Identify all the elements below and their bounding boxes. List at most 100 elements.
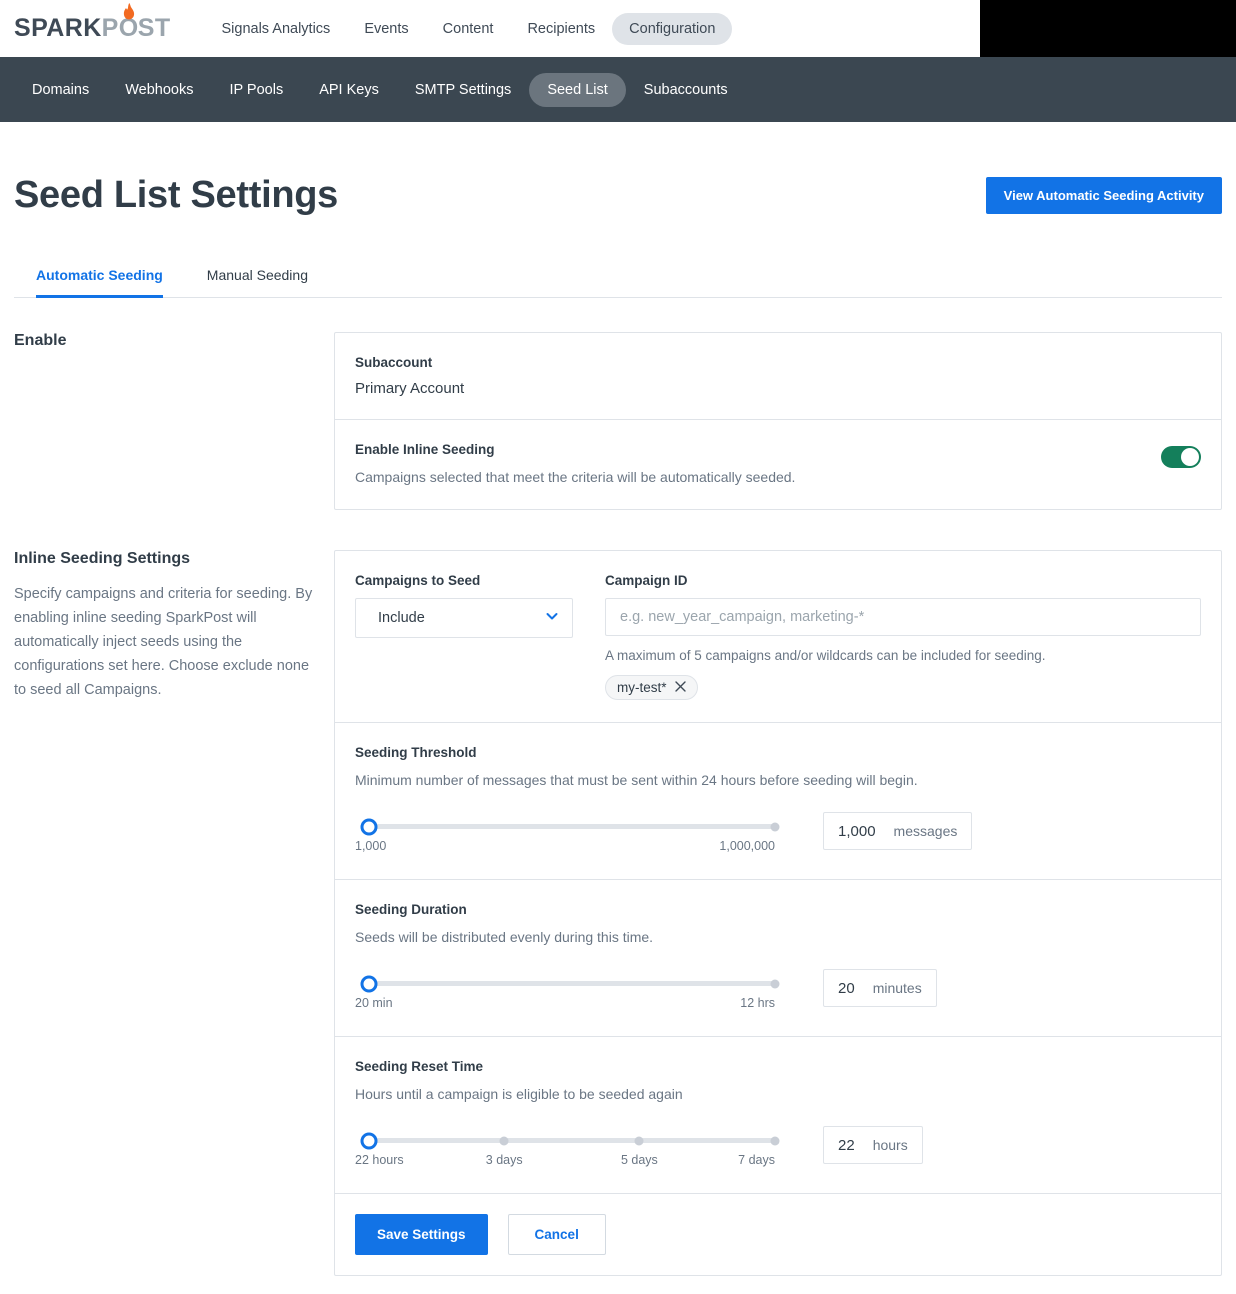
- inline-seeding-row: Enable Inline Seeding Campaigns selected…: [335, 420, 1221, 509]
- sparkpost-logo[interactable]: SPARKPO ST: [14, 3, 171, 42]
- campaigns-to-seed-label: Campaigns to Seed: [355, 573, 481, 588]
- nav-item-configuration[interactable]: Configuration: [612, 12, 733, 45]
- page-header-row: Seed List Settings View Automatic Seedin…: [14, 122, 1222, 217]
- seeding-reset-time-title: Seeding Reset Time: [355, 1059, 484, 1074]
- nav-item-content[interactable]: Content: [426, 13, 511, 45]
- campaign-chip-list: my-test*: [605, 663, 1201, 700]
- subnav-item-smtp-settings[interactable]: SMTP Settings: [397, 73, 529, 107]
- enable-heading: Enable: [14, 332, 67, 349]
- tab-automatic-seeding[interactable]: Automatic Seeding: [14, 257, 185, 298]
- inline-settings-panel: Campaigns to Seed Include Campaign ID e.…: [334, 550, 1222, 1276]
- seeding-threshold-row: Seeding Threshold Minimum number of mess…: [335, 723, 1221, 880]
- subnav-item-api-keys[interactable]: API Keys: [301, 73, 397, 107]
- campaigns-to-seed-value: Include: [378, 610, 425, 626]
- slider-handle[interactable]: [360, 818, 378, 835]
- slider-tick-label-min: 20 min: [355, 996, 393, 1010]
- slider-tick-label-max: 1,000,000: [719, 839, 775, 853]
- seeding-threshold-title: Seeding Threshold: [355, 745, 477, 760]
- subnav-item-seed-list[interactable]: Seed List: [529, 72, 626, 107]
- view-automatic-seeding-activity-button[interactable]: View Automatic Seeding Activity: [985, 177, 1222, 214]
- slider-track[interactable]: [360, 1132, 780, 1149]
- seeding-duration-row: Seeding Duration Seeds will be distribut…: [335, 880, 1221, 1037]
- chevron-down-icon: [544, 608, 560, 628]
- enable-section: Enable Subaccount Primary Account Enable…: [14, 332, 1222, 510]
- slider-tick-labels: 22 hours 3 days 5 days 7 days: [355, 1153, 775, 1171]
- seeding-threshold-value[interactable]: 1,000: [838, 823, 876, 840]
- slider-tick-label-1: 3 days: [485, 1153, 523, 1167]
- enable-section-left: Enable: [14, 332, 334, 510]
- inline-seeding-text: Enable Inline Seeding Campaigns selected…: [355, 442, 795, 487]
- seeding-duration-value[interactable]: 20: [838, 980, 855, 997]
- slider-tick: [770, 979, 780, 988]
- seeding-threshold-description: Minimum number of messages that must be …: [355, 772, 918, 788]
- tab-bar: Automatic Seeding Manual Seeding: [14, 257, 1222, 298]
- seeding-reset-time-value-box[interactable]: 22 hours: [823, 1126, 923, 1164]
- inline-seeding-settings-section: Inline Seeding Settings Specify campaign…: [14, 550, 1222, 1276]
- subnav-item-ip-pools[interactable]: IP Pools: [211, 73, 301, 107]
- cancel-button[interactable]: Cancel: [507, 1214, 606, 1255]
- slider-track[interactable]: [360, 818, 780, 835]
- subaccount-value: Primary Account: [355, 380, 465, 397]
- tab-manual-seeding[interactable]: Manual Seeding: [185, 257, 330, 297]
- slider-track[interactable]: [360, 975, 780, 992]
- redacted-region: [980, 0, 1236, 57]
- secondary-nav: Domains Webhooks IP Pools API Keys SMTP …: [0, 57, 1236, 122]
- app-page: SPARKPO ST Signals Analytics Events Conte…: [0, 0, 1236, 1294]
- subaccount-row: Subaccount Primary Account: [335, 333, 1221, 420]
- seeding-reset-time-value[interactable]: 22: [838, 1137, 855, 1154]
- campaign-id-input[interactable]: [605, 598, 1201, 636]
- seeding-duration-slider[interactable]: 20 min 12 hrs: [355, 969, 785, 1014]
- campaign-chip-label: my-test*: [617, 680, 667, 695]
- campaigns-to-seed-select[interactable]: Include: [355, 598, 573, 638]
- page-title: Seed List Settings: [14, 174, 339, 216]
- slider-tick-label-min: 1,000: [355, 839, 387, 853]
- nav-item-signals-analytics[interactable]: Signals Analytics: [205, 13, 348, 45]
- campaigns-to-seed-group: Campaigns to Seed Include: [355, 573, 573, 700]
- toggle-knob: [1181, 448, 1199, 466]
- form-actions: Save Settings Cancel: [335, 1194, 1221, 1275]
- flame-icon: [123, 3, 134, 20]
- nav-item-events[interactable]: Events: [347, 13, 425, 45]
- subnav-item-domains[interactable]: Domains: [14, 73, 107, 107]
- main-content: Seed List Settings View Automatic Seedin…: [0, 122, 1236, 1276]
- close-icon[interactable]: [674, 681, 686, 694]
- slider-tick: [499, 1136, 509, 1145]
- inline-settings-left: Inline Seeding Settings Specify campaign…: [14, 550, 334, 1276]
- inline-settings-description: Specify campaigns and criteria for seedi…: [14, 586, 313, 698]
- logo-text-spark: SPARK: [14, 14, 102, 42]
- slider-handle[interactable]: [360, 975, 378, 992]
- campaign-chip[interactable]: my-test*: [605, 675, 698, 700]
- seeding-reset-time-unit: hours: [872, 1137, 908, 1153]
- subnav-item-webhooks[interactable]: Webhooks: [107, 73, 211, 107]
- slider-tick: [634, 1136, 644, 1145]
- logo-text-st: ST: [137, 14, 171, 42]
- seeding-duration-description: Seeds will be distributed evenly during …: [355, 929, 654, 945]
- slider-tick-label-max: 12 hrs: [740, 996, 775, 1010]
- slider-handle[interactable]: [360, 1132, 378, 1149]
- subnav-item-subaccounts[interactable]: Subaccounts: [626, 73, 746, 107]
- seeding-threshold-value-box[interactable]: 1,000 messages: [823, 812, 973, 850]
- top-header: SPARKPO ST Signals Analytics Events Conte…: [0, 0, 1236, 57]
- seeding-reset-time-row: Seeding Reset Time Hours until a campaig…: [335, 1037, 1221, 1194]
- slider-tick: [770, 822, 780, 831]
- enable-inline-seeding-toggle[interactable]: [1161, 446, 1201, 468]
- slider-tick-label-0: 22 hours: [355, 1153, 404, 1167]
- seeding-duration-value-box[interactable]: 20 minutes: [823, 969, 937, 1007]
- primary-nav: Signals Analytics Events Content Recipie…: [205, 12, 733, 45]
- seeding-threshold-unit: messages: [893, 823, 958, 839]
- subaccount-label: Subaccount: [355, 355, 433, 370]
- campaign-id-label: Campaign ID: [605, 573, 688, 588]
- logo-text-p: P: [101, 14, 119, 42]
- slider-tick-label-2: 5 days: [620, 1153, 658, 1167]
- slider-tick-labels: 20 min 12 hrs: [355, 996, 775, 1014]
- seeding-duration-title: Seeding Duration: [355, 902, 467, 917]
- enable-panel: Subaccount Primary Account Enable Inline…: [334, 332, 1222, 510]
- save-settings-button[interactable]: Save Settings: [355, 1214, 488, 1255]
- slider-tick: [770, 1136, 780, 1145]
- seeding-reset-time-slider[interactable]: 22 hours 3 days 5 days 7 days: [355, 1126, 785, 1171]
- slider-tick-label-3: 7 days: [738, 1153, 775, 1167]
- nav-item-recipients[interactable]: Recipients: [510, 13, 612, 45]
- seeding-threshold-slider[interactable]: 1,000 1,000,000: [355, 812, 785, 857]
- seeding-reset-time-description: Hours until a campaign is eligible to be…: [355, 1086, 683, 1102]
- campaign-id-group: Campaign ID A maximum of 5 campaigns and…: [605, 573, 1201, 700]
